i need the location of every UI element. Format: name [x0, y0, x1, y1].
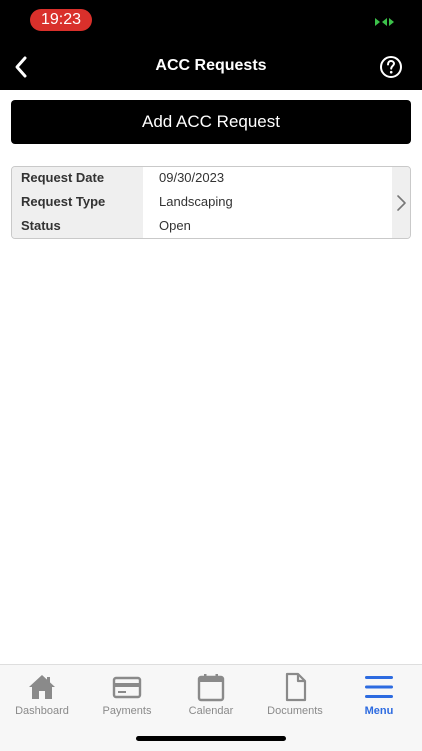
screen-record-icon	[375, 18, 394, 26]
back-chevron-icon[interactable]	[8, 53, 36, 81]
tab-menu[interactable]: Menu	[337, 669, 421, 721]
request-date-label: Request Date	[21, 170, 105, 185]
chevron-right-icon	[397, 195, 406, 211]
calendar-icon	[197, 674, 225, 702]
tab-label: Payments	[102, 705, 152, 717]
add-acc-request-button[interactable]: Add ACC Request	[11, 100, 411, 144]
help-icon[interactable]	[378, 54, 404, 80]
request-open-area[interactable]	[392, 167, 410, 238]
menu-icon	[365, 676, 393, 698]
tab-label: Calendar	[188, 705, 234, 717]
credit-card-icon	[112, 676, 142, 699]
request-type-label: Request Type	[21, 194, 106, 209]
status-value: Open	[159, 218, 191, 233]
tab-label: Menu	[364, 705, 394, 717]
tab-label: Dashboard	[15, 705, 69, 717]
status-bar: 19:23	[0, 0, 422, 44]
tab-calendar[interactable]: Calendar	[169, 669, 253, 721]
request-type-value: Landscaping	[159, 194, 233, 209]
request-values-column: 09/30/2023 Landscaping Open	[143, 167, 392, 238]
home-icon	[29, 675, 55, 699]
tab-label: Documents	[267, 705, 323, 717]
tab-documents[interactable]: Documents	[253, 669, 337, 721]
home-indicator	[136, 736, 286, 741]
tab-dashboard[interactable]: Dashboard	[0, 669, 84, 721]
request-card[interactable]: Request Date Request Type Status 09/30/2…	[11, 166, 411, 239]
request-date-value: 09/30/2023	[159, 170, 225, 185]
page-title: ACC Requests	[155, 57, 267, 74]
nav-bar: ACC Requests	[0, 44, 422, 90]
status-time: 19:23	[30, 9, 92, 31]
status-label: Status	[21, 218, 61, 233]
document-icon	[285, 672, 307, 702]
tab-payments[interactable]: Payments	[85, 669, 169, 721]
request-labels-column: Request Date Request Type Status	[12, 167, 143, 238]
